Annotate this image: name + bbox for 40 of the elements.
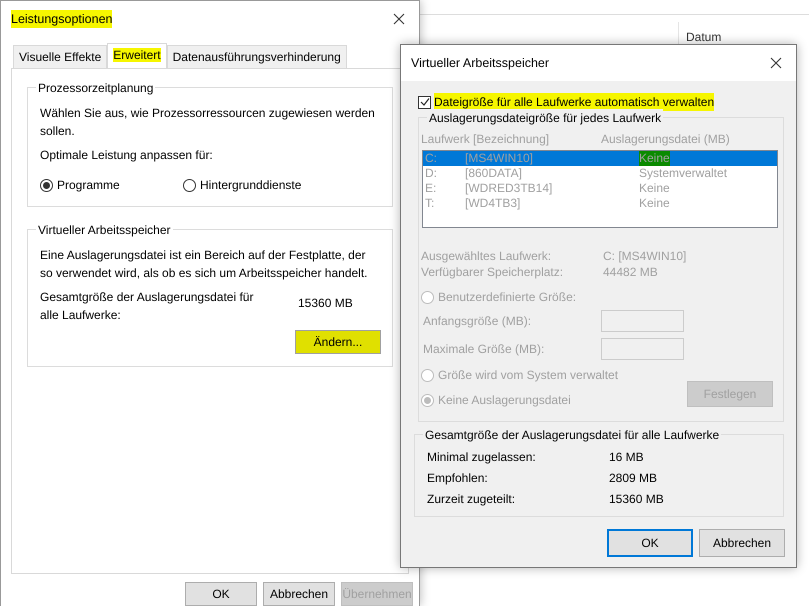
info-value: C: [MS4WIN10] xyxy=(603,248,686,264)
radio-button[interactable] xyxy=(183,178,196,192)
total-label: Zurzeit zugeteilt: xyxy=(427,491,516,508)
total-label: Gesamtgröße der Auslagerungsdatei für alle Laufwerke: xyxy=(40,289,254,324)
column-header: Laufwerk [Bezeichnung] xyxy=(421,131,550,148)
info-label: Verfügbarer Speicherplatz: xyxy=(421,264,564,280)
column-header: Auslagerungsdatei (MB) xyxy=(601,131,730,148)
group-title: Auslagerungsdateigröße für jedes Laufwerk xyxy=(427,109,664,127)
info-value: 44482 MB xyxy=(603,264,658,280)
checkbox-label: Dateigröße für alle Laufwerke automatisch verwalten xyxy=(434,93,714,111)
total-value: 16 MB xyxy=(609,449,644,466)
prompt-text: Optimale Leistung anpassen für: xyxy=(40,147,214,164)
dialog-button[interactable]: Abbrechen xyxy=(263,582,335,606)
dialog-button[interactable]: OK xyxy=(185,582,257,606)
description-text: Eine Auslagerungsdatei ist ein Bereich auf der Festplatte, der so verwendet wird, als ob es sich um Arbeitsspeicher handelt. xyxy=(40,247,368,282)
total-value: 15360 MB xyxy=(609,491,664,508)
field-label: Maximale Größe (MB): xyxy=(422,341,546,358)
tab[interactable]: Erweitert xyxy=(107,43,167,68)
column-header[interactable]: Datum xyxy=(686,28,722,46)
radio-label: Keine Auslagerungsdatei xyxy=(438,392,571,409)
radio-label: Hintergrunddienste xyxy=(200,177,302,194)
info-label: Ausgewähltes Laufwerk: xyxy=(421,248,552,264)
dialog-button[interactable]: Abbrechen xyxy=(699,529,785,557)
radio-label: Benutzerdefinierte Größe: xyxy=(438,289,576,306)
checkbox[interactable] xyxy=(418,96,431,108)
change-button[interactable]: Ändern... xyxy=(295,330,381,354)
radio-label: Größe wird vom System verwaltet xyxy=(438,367,618,384)
total-value: 2809 MB xyxy=(609,470,658,487)
field-label: Anfangsgröße (MB): xyxy=(422,313,532,330)
total-label: Empfohlen: xyxy=(427,470,489,487)
total-label: Minimal zugelassen: xyxy=(427,449,537,466)
radio-button[interactable] xyxy=(40,178,53,192)
radio-label: Programme xyxy=(57,177,120,194)
tab[interactable]: Datenausführungsverhinderung xyxy=(166,45,347,68)
total-value: 15360 MB xyxy=(298,295,353,312)
description-text: Wählen Sie aus, wie Prozessorressourcen zugewiesen werden sollen. xyxy=(40,105,376,140)
dialog-button[interactable]: OK xyxy=(607,529,693,557)
tab[interactable]: Visuelle Effekte xyxy=(13,45,108,68)
window-title: Virtueller Arbeitsspeicher xyxy=(411,54,550,72)
window-title: Leistungsoptionen xyxy=(11,10,112,28)
